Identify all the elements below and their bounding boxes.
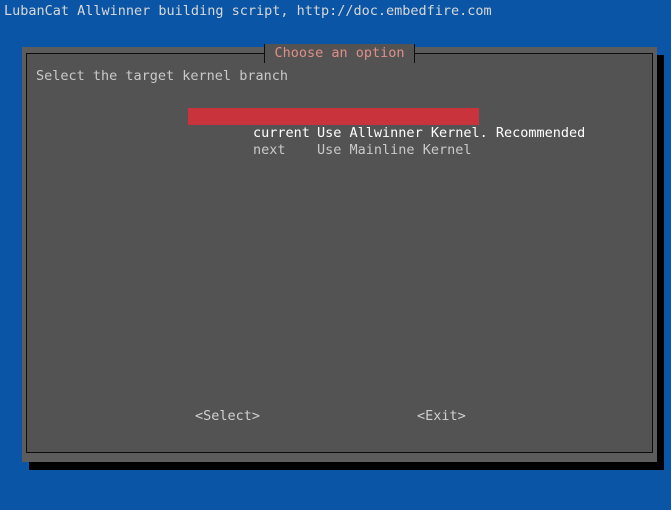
terminal-title: LubanCat Allwinner building script, http… [4, 3, 492, 19]
option-description-next: Use Mainline Kernel [317, 142, 472, 158]
kernel-branch-option-list: current Use Allwinner Kernel. Recommended… [188, 108, 585, 158]
title-tick-left-icon [264, 43, 266, 63]
dialog-panel: Choose an option Select the target kerne… [26, 43, 653, 453]
option-description-current: Use Allwinner Kernel. Recommended [317, 125, 586, 141]
dialog-title-notch: Choose an option [27, 43, 652, 63]
exit-button[interactable]: <Exit> [417, 407, 466, 425]
dialog-title-bar: Choose an option [264, 43, 415, 63]
title-tick-right-icon [413, 43, 415, 63]
select-button[interactable]: <Select> [195, 407, 260, 425]
option-tag-next: next [253, 142, 286, 158]
dialog-prompt-text: Select the target kernel branch [36, 68, 288, 84]
option-row-current[interactable]: current Use Allwinner Kernel. Recommended [188, 108, 585, 141]
dialog-title-text: Choose an option [274, 44, 405, 61]
choose-an-option-dialog: Choose an option Select the target kerne… [22, 43, 657, 462]
option-tag-current: current [253, 125, 310, 141]
dialog-button-row: <Select> <Exit> [27, 407, 652, 425]
